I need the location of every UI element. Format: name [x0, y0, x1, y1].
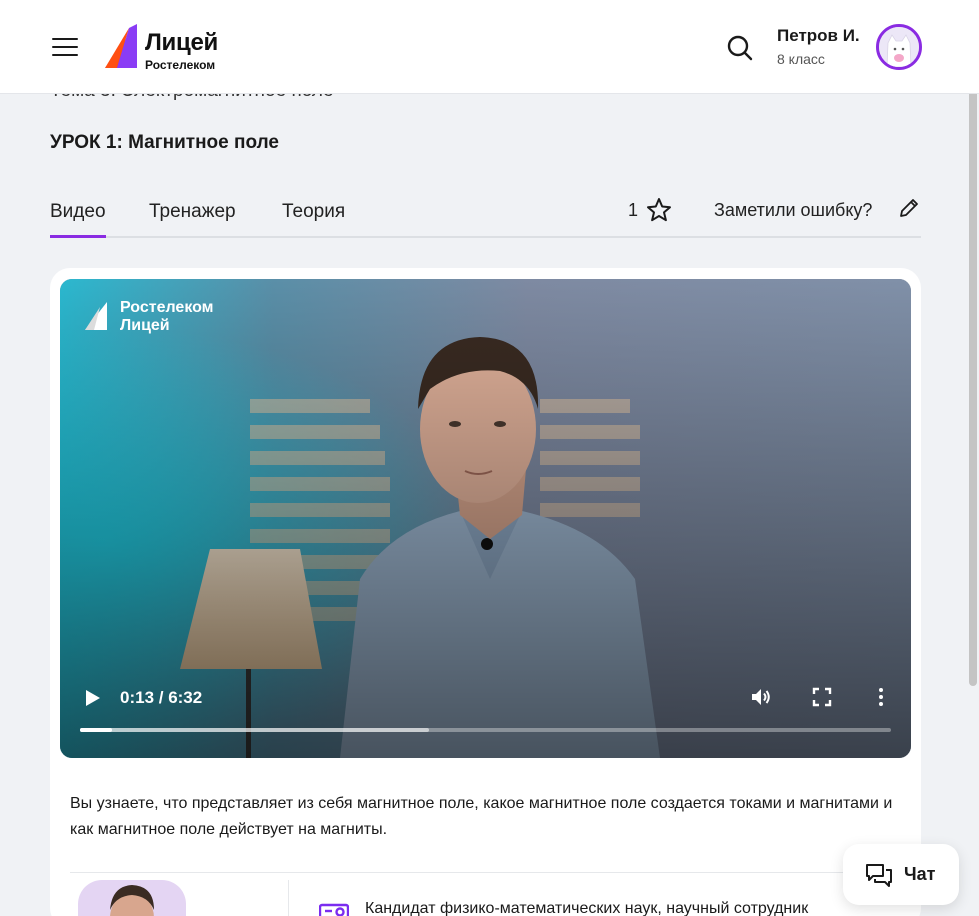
play-icon[interactable]: [80, 686, 104, 710]
chat-button[interactable]: Чат: [843, 844, 959, 905]
cat-avatar-icon: [879, 27, 919, 67]
volume-icon[interactable]: [749, 685, 773, 709]
user-grade: 8 класс: [777, 51, 825, 67]
pencil-icon: [900, 199, 918, 217]
more-vertical-icon[interactable]: [869, 685, 893, 709]
video-played: [80, 728, 113, 732]
avatar[interactable]: [876, 24, 922, 70]
video-buffered: [80, 728, 429, 732]
video-brand-line1: Ростелеком: [120, 299, 214, 316]
video-brand-line2: Лицей: [120, 317, 170, 334]
teacher-photo: [78, 880, 186, 916]
video-frame: [60, 279, 911, 758]
site-logo[interactable]: Лицей Ростелеком: [103, 24, 243, 72]
top-header: Лицей Ростелеком Петров И. 8 класс: [0, 0, 979, 94]
diploma-icon: [319, 903, 349, 916]
report-error-label: Заметили ошибку?: [714, 200, 873, 220]
chat-label: Чат: [904, 864, 936, 884]
teacher-portrait: [110, 885, 154, 916]
video-player[interactable]: Ростелеком Лицей 0:13 / 6:32: [60, 279, 911, 758]
logo-mark-icon: [105, 24, 137, 68]
video-brand: Ростелеком Лицей: [84, 299, 264, 339]
fullscreen-icon[interactable]: [810, 685, 834, 709]
teacher-divider: [288, 880, 289, 916]
rating-count: 1: [628, 200, 639, 220]
video-progress-bar[interactable]: [80, 728, 891, 732]
section-divider: [70, 872, 900, 873]
star-icon: [647, 198, 671, 222]
video-time: 0:13 / 6:32: [120, 688, 203, 707]
logo-title: Лицей: [145, 29, 218, 56]
tab-theory[interactable]: Теория: [282, 201, 345, 223]
chat-bubbles-icon: [866, 864, 892, 887]
burger-menu-icon[interactable]: [52, 38, 78, 56]
user-name[interactable]: Петров И.: [777, 26, 860, 46]
tab-trainer[interactable]: Тренажер: [149, 201, 236, 223]
lesson-tabs: Видео Тренажер Теория 1 Заметили ошибку?: [50, 185, 921, 238]
video-logo-mark-icon: [85, 302, 107, 330]
lesson-description: Вы узнаете, что представляет из себя маг…: [70, 795, 893, 838]
teacher-credentials: Кандидат физико-математических наук, нау…: [365, 900, 809, 916]
video-brand-text: Ростелеком Лицей: [120, 299, 214, 335]
search-icon[interactable]: [726, 34, 754, 62]
logo-subtitle: Ростелеком: [145, 58, 216, 72]
page-scrollbar[interactable]: [969, 86, 977, 686]
lesson-title: УРОК 1: Магнитное поле: [50, 132, 279, 153]
tab-video[interactable]: Видео: [50, 201, 106, 238]
